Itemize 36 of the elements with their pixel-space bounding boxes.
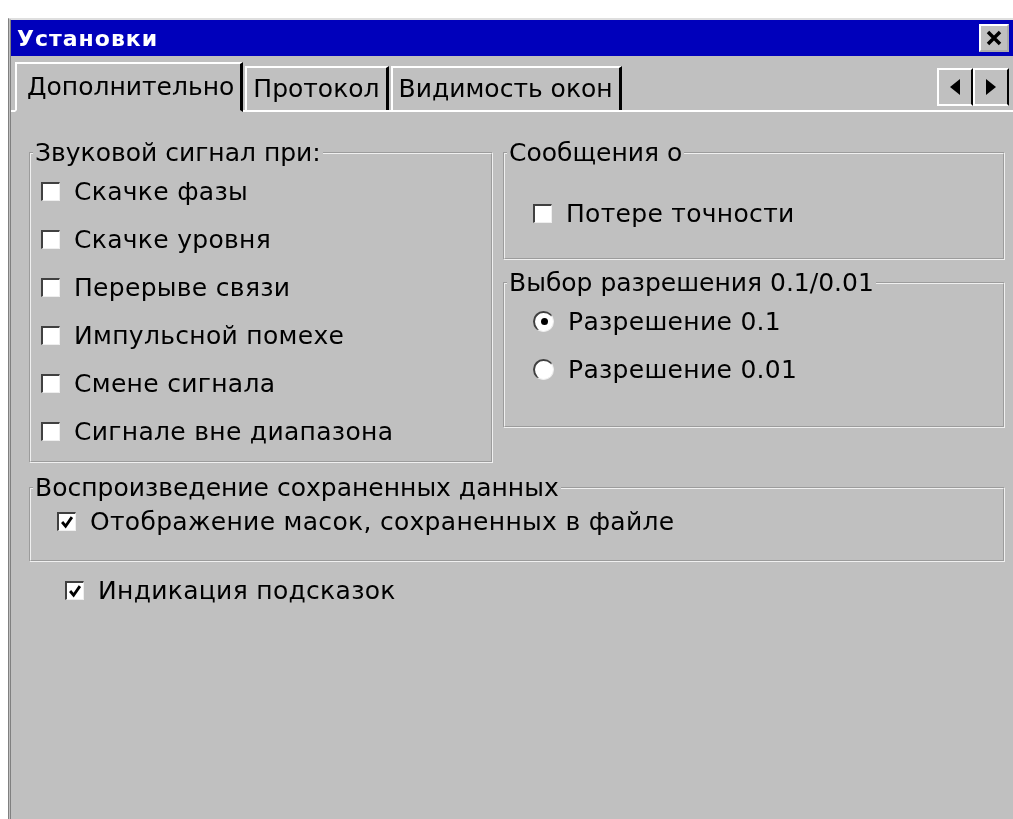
checkbox[interactable] [57, 511, 76, 531]
close-button[interactable] [979, 24, 1009, 52]
checkbox-label: Потере точности [566, 198, 795, 228]
close-icon [985, 29, 1003, 47]
left-triangle-icon [949, 78, 961, 96]
checkbox[interactable] [41, 325, 60, 345]
tab[interactable]: Протокол [245, 66, 389, 110]
checkbox-label: Импульсной помехе [74, 320, 345, 350]
group-title: Звуковой сигнал при: [34, 138, 322, 167]
checkbox[interactable] [65, 580, 84, 600]
checkbox[interactable] [41, 373, 60, 393]
checkbox-label: Скачке уровня [74, 224, 272, 254]
radio-button[interactable] [533, 310, 554, 332]
scroll-right-button[interactable] [973, 68, 1009, 106]
checkbox[interactable] [41, 229, 60, 249]
checkbox-label: Перерыве связи [74, 272, 291, 302]
tab[interactable]: Дополнительно [15, 62, 244, 112]
checkbox[interactable] [41, 277, 60, 297]
radio-label: Разрешение 0.01 [568, 354, 798, 384]
radio-button[interactable] [533, 358, 554, 380]
group-title: Сообщения о [508, 138, 684, 167]
checkbox-label: Сигнале вне диапазона [74, 416, 394, 446]
radio-label: Разрешение 0.1 [568, 306, 782, 336]
checkbox-label: Индикация подсказок [98, 575, 396, 605]
group-title: Воспроизведение сохраненных данных [34, 473, 560, 502]
checkbox[interactable] [533, 203, 552, 223]
checkbox-label: Отображение масок, сохраненных в файле [90, 506, 675, 536]
checkbox-label: Смене сигнала [74, 368, 276, 398]
window-title: Установки [17, 25, 159, 51]
checkbox-label: Скачке фазы [74, 176, 249, 206]
checkbox[interactable] [41, 181, 60, 201]
scroll-left-button[interactable] [937, 68, 973, 106]
tab[interactable]: Видимость окон [390, 66, 622, 110]
group-title: Выбор разрешения 0.1/0.01 [508, 268, 875, 297]
right-triangle-icon [985, 78, 997, 96]
checkbox[interactable] [41, 421, 60, 441]
